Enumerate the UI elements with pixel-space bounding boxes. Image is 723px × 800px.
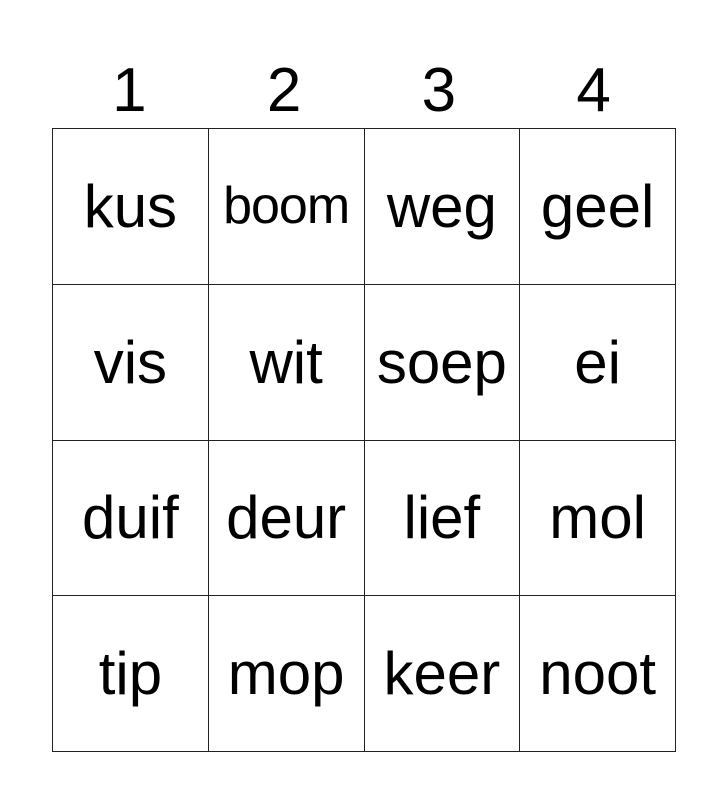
grid-cell: noot — [519, 595, 676, 752]
grid-cell: lief — [363, 439, 521, 597]
column-header: 2 — [266, 56, 302, 125]
grid-row: duif deur lief mol — [52, 439, 676, 597]
column-header: 3 — [421, 56, 457, 125]
grid-row: tip mop keer noot — [52, 595, 676, 752]
column-header: 4 — [576, 56, 611, 125]
column-header: 1 — [112, 56, 147, 125]
grid-cell: kus — [52, 128, 209, 285]
grid-cell: boom — [207, 128, 365, 285]
grid-cell: vis — [52, 283, 209, 441]
grid-cell: mol — [519, 439, 676, 597]
grid-cell: deur — [207, 439, 365, 597]
grid-row: vis wit soep ei — [52, 283, 676, 441]
grid-row: kus boom weg geel — [52, 128, 676, 285]
grid-cell: wit — [207, 283, 365, 441]
grid-cell: mop — [207, 595, 365, 752]
grid-cell: keer — [363, 595, 521, 752]
grid-cell: duif — [52, 439, 209, 597]
bingo-grid: kus boom weg geel vis wit soep ei duif d… — [52, 128, 676, 752]
grid-cell: ei — [519, 283, 676, 441]
grid-cell: weg — [363, 128, 521, 285]
grid-cell: geel — [519, 128, 676, 285]
grid-cell: soep — [363, 283, 521, 441]
grid-cell: tip — [52, 595, 209, 752]
column-headers: 1 2 3 4 — [52, 56, 671, 126]
